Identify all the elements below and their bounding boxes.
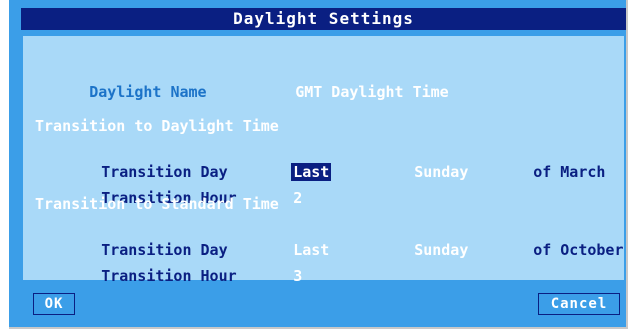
daylight-name-label: Daylight Name [89, 83, 207, 101]
daylight-weekday-field[interactable]: Sunday [414, 163, 468, 181]
daylight-hour-wrap: 2 [239, 168, 302, 207]
daylight-day-ordinal-wrap: Last [237, 142, 332, 181]
dialog-title: Daylight Settings [21, 8, 626, 30]
daylight-transition-hour-row: Transition Hour [47, 168, 236, 207]
daylight-transition-day-row: Transition Day [47, 142, 227, 181]
standard-weekday-wrap: Sunday [360, 220, 468, 259]
standard-transition-hour-row: Transition Hour [47, 246, 236, 285]
daylight-name-field[interactable]: GMT Daylight Time [295, 83, 449, 101]
standard-transition-hour-label: Transition Hour [101, 267, 237, 285]
standard-hour-field[interactable]: 3 [293, 267, 302, 285]
daylight-name-value-row: GMT Daylight Time [241, 62, 449, 101]
daylight-weekday-wrap: Sunday [360, 142, 468, 181]
daylight-name-row: Daylight Name [35, 62, 206, 101]
dialog-footer: OK Cancel [23, 284, 626, 324]
ok-button[interactable]: OK [33, 293, 75, 315]
daylight-month-wrap: of March [479, 142, 605, 181]
standard-hour-wrap: 3 [239, 246, 302, 285]
standard-transition-day-row: Transition Day [47, 220, 227, 259]
standard-transition-heading: Transition to Standard Time [35, 195, 279, 213]
cancel-button[interactable]: Cancel [538, 293, 620, 315]
standard-month-field[interactable]: of October [533, 241, 623, 259]
daylight-transition-heading: Transition to Daylight Time [35, 117, 279, 135]
standard-month-wrap: of October [479, 220, 623, 259]
standard-weekday-field[interactable]: Sunday [414, 241, 468, 259]
daylight-hour-field[interactable]: 2 [293, 189, 302, 207]
daylight-settings-dialog: Daylight Settings Daylight Name GMT Dayl… [9, 0, 628, 329]
daylight-month-field[interactable]: of March [533, 163, 605, 181]
settings-panel: Daylight Name GMT Daylight Time Transiti… [23, 36, 624, 285]
standard-day-ordinal-wrap: Last [239, 220, 329, 259]
